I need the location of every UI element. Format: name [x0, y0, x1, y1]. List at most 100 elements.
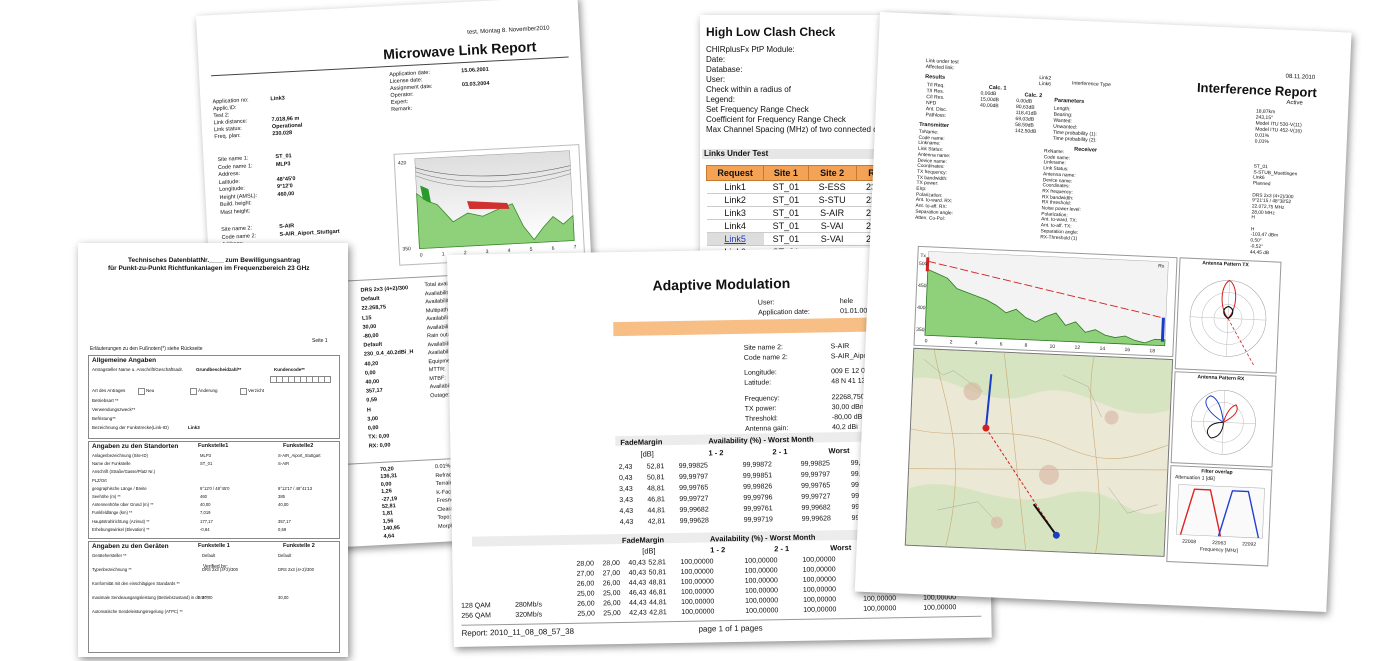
table-cell: 100,00000: [681, 578, 714, 586]
table-cell: ST_01: [764, 207, 808, 220]
table-cell: S-VAI: [808, 233, 856, 246]
table-cell: 28,00: [576, 560, 594, 567]
parameter-value: RX: 0,00: [369, 443, 391, 450]
rx-label: RX-Threshold (1): [1040, 235, 1077, 242]
site-label: Site name 2:: [744, 344, 783, 352]
head-label: Interference Type: [1072, 80, 1111, 88]
y-tick-label: 500: [919, 261, 928, 267]
device-row-label: Typenbezeichnung **: [92, 567, 132, 572]
th-label: Threshold:: [745, 415, 778, 423]
table-cell: 100,00000: [745, 597, 778, 605]
lat-label: Latitude:: [744, 379, 771, 386]
user-label: User:: [758, 299, 775, 306]
table-cell[interactable]: Link5: [707, 233, 764, 246]
rx-value: 0,50°: [1250, 238, 1261, 243]
result-value: 40,00dB: [980, 102, 999, 109]
y-tick-label: 450: [918, 283, 927, 289]
table-cell: 100,00000: [681, 588, 714, 596]
table-cell: 100,00000: [744, 557, 777, 565]
site1-label: Site name 1:: [217, 155, 248, 163]
table-cell: 99,99826: [743, 483, 772, 491]
site-row-label: PLZ/Ort: [92, 478, 107, 483]
site-value: 357,17: [278, 519, 291, 524]
site1-value: MLP3: [276, 161, 291, 168]
clash-info-label: User:: [706, 75, 725, 84]
parameter-value: L15: [362, 315, 372, 321]
field-label: Application date:: [389, 70, 430, 78]
column-header[interactable]: Site 2: [808, 166, 856, 181]
x-tick-label: 22092: [1242, 541, 1256, 548]
table-cell: 28,00: [602, 560, 620, 567]
lower-value: 1,81: [382, 511, 393, 518]
table-cell[interactable]: Link4: [707, 220, 764, 233]
table-cell[interactable]: Link1: [707, 181, 764, 194]
parameter-value: 3,00: [367, 416, 378, 423]
device-value: Default: [278, 553, 291, 558]
table-cell: 46,81: [649, 589, 667, 596]
site1-value: 9°12'0: [277, 183, 293, 190]
site1-value: 460,00: [277, 191, 294, 198]
column-header: Funkstelle1: [198, 443, 228, 449]
table-cell: 99,99797: [679, 473, 708, 481]
x-tick-label: 1: [442, 251, 445, 257]
code-label: Code name 2:: [744, 354, 788, 362]
site1-label: Mast height:: [220, 208, 250, 216]
site-value: 9°12'0 / 48°45'0: [200, 486, 229, 491]
site-value: 460: [200, 494, 207, 499]
column-header: Funkstelle2: [283, 443, 313, 449]
field-label: Assignment date:: [390, 84, 433, 92]
table-cell: 25,00: [603, 590, 621, 597]
x-tick-label: 4: [975, 340, 978, 346]
table-cell: 99,99727: [801, 493, 830, 501]
x-tick-label: 8: [1024, 343, 1027, 349]
column-header[interactable]: Request: [707, 166, 764, 181]
datenblatt-title2: für Punkt-zu-Punkt Richtfunkanlagen im F…: [108, 265, 310, 272]
availability-label: Outage:: [430, 392, 450, 399]
gain-value: 40,2 dBi: [832, 424, 858, 431]
clash-info-label: Date:: [706, 55, 725, 64]
col-header: 2 - 1: [772, 447, 787, 456]
site-value: 385: [278, 494, 285, 499]
table-cell: 280Mb/s: [515, 601, 542, 608]
table-cell: 40,43: [629, 570, 647, 577]
availability-label: MTBF:: [429, 375, 446, 382]
table-cell: 100,00000: [681, 608, 714, 616]
x-tick-label: 16: [1124, 347, 1130, 353]
table-cell: 99,99682: [801, 504, 830, 512]
x-tick-label: 22008: [1182, 539, 1196, 546]
antenna-pattern-rx: Antenna Pattern RX: [1171, 371, 1277, 467]
section-title: Angaben zu den Standorten: [92, 443, 178, 450]
param-label: Time probability (2):: [1053, 136, 1097, 144]
seite: Seite 1: [312, 338, 328, 344]
x-tick-label: 0: [925, 338, 928, 344]
parameter-value: -80,00: [363, 333, 379, 340]
site2-label: Code name 2:: [221, 233, 256, 241]
column-header[interactable]: Site 1: [764, 166, 808, 181]
lower-label: Topo:: [437, 514, 451, 521]
table-cell: 42,81: [649, 609, 667, 616]
site-value: S-AIR: [278, 461, 289, 466]
device-row-label: Konformität mit den einschlägigen Standa…: [92, 581, 180, 586]
table-cell[interactable]: Link2: [707, 194, 764, 207]
site-value: 9°12'17 / 48°41'13: [278, 486, 312, 491]
table-cell[interactable]: Link3: [707, 207, 764, 220]
date-label: Application date:: [758, 309, 810, 317]
clash-info-label: CHIRplusFx PtP Module:: [706, 45, 795, 54]
table-cell: 27,00: [603, 570, 621, 577]
report-date: test, Montag 8. November2010: [467, 26, 550, 36]
checkbox-label: Verzicht: [248, 388, 264, 393]
col-header: 2 - 1: [774, 544, 789, 553]
column-header: Funkstelle 1: [198, 543, 230, 549]
fademargin-header: FadeMargin: [622, 535, 664, 545]
site-value: 177,17: [200, 519, 213, 524]
profile-chart: 01234567420350: [393, 144, 585, 266]
section-title: Receiver: [1074, 147, 1097, 154]
table-cell: 3,43: [619, 486, 633, 493]
parameter-value: DRS 2x3 (4+2)/300: [360, 285, 408, 293]
site-row-label: Anlagenbezeichnung (Site-ID): [92, 453, 148, 458]
field-label: Operator:: [390, 92, 414, 99]
filter-overlap: Filter overlap Attenuation 1 [dB] 220082…: [1166, 465, 1272, 566]
lower-value: 140,95: [383, 525, 400, 532]
site-row-label: Antennenhöhe über Grund (m) **: [92, 502, 153, 507]
table-cell: 256 QAM: [461, 612, 491, 620]
